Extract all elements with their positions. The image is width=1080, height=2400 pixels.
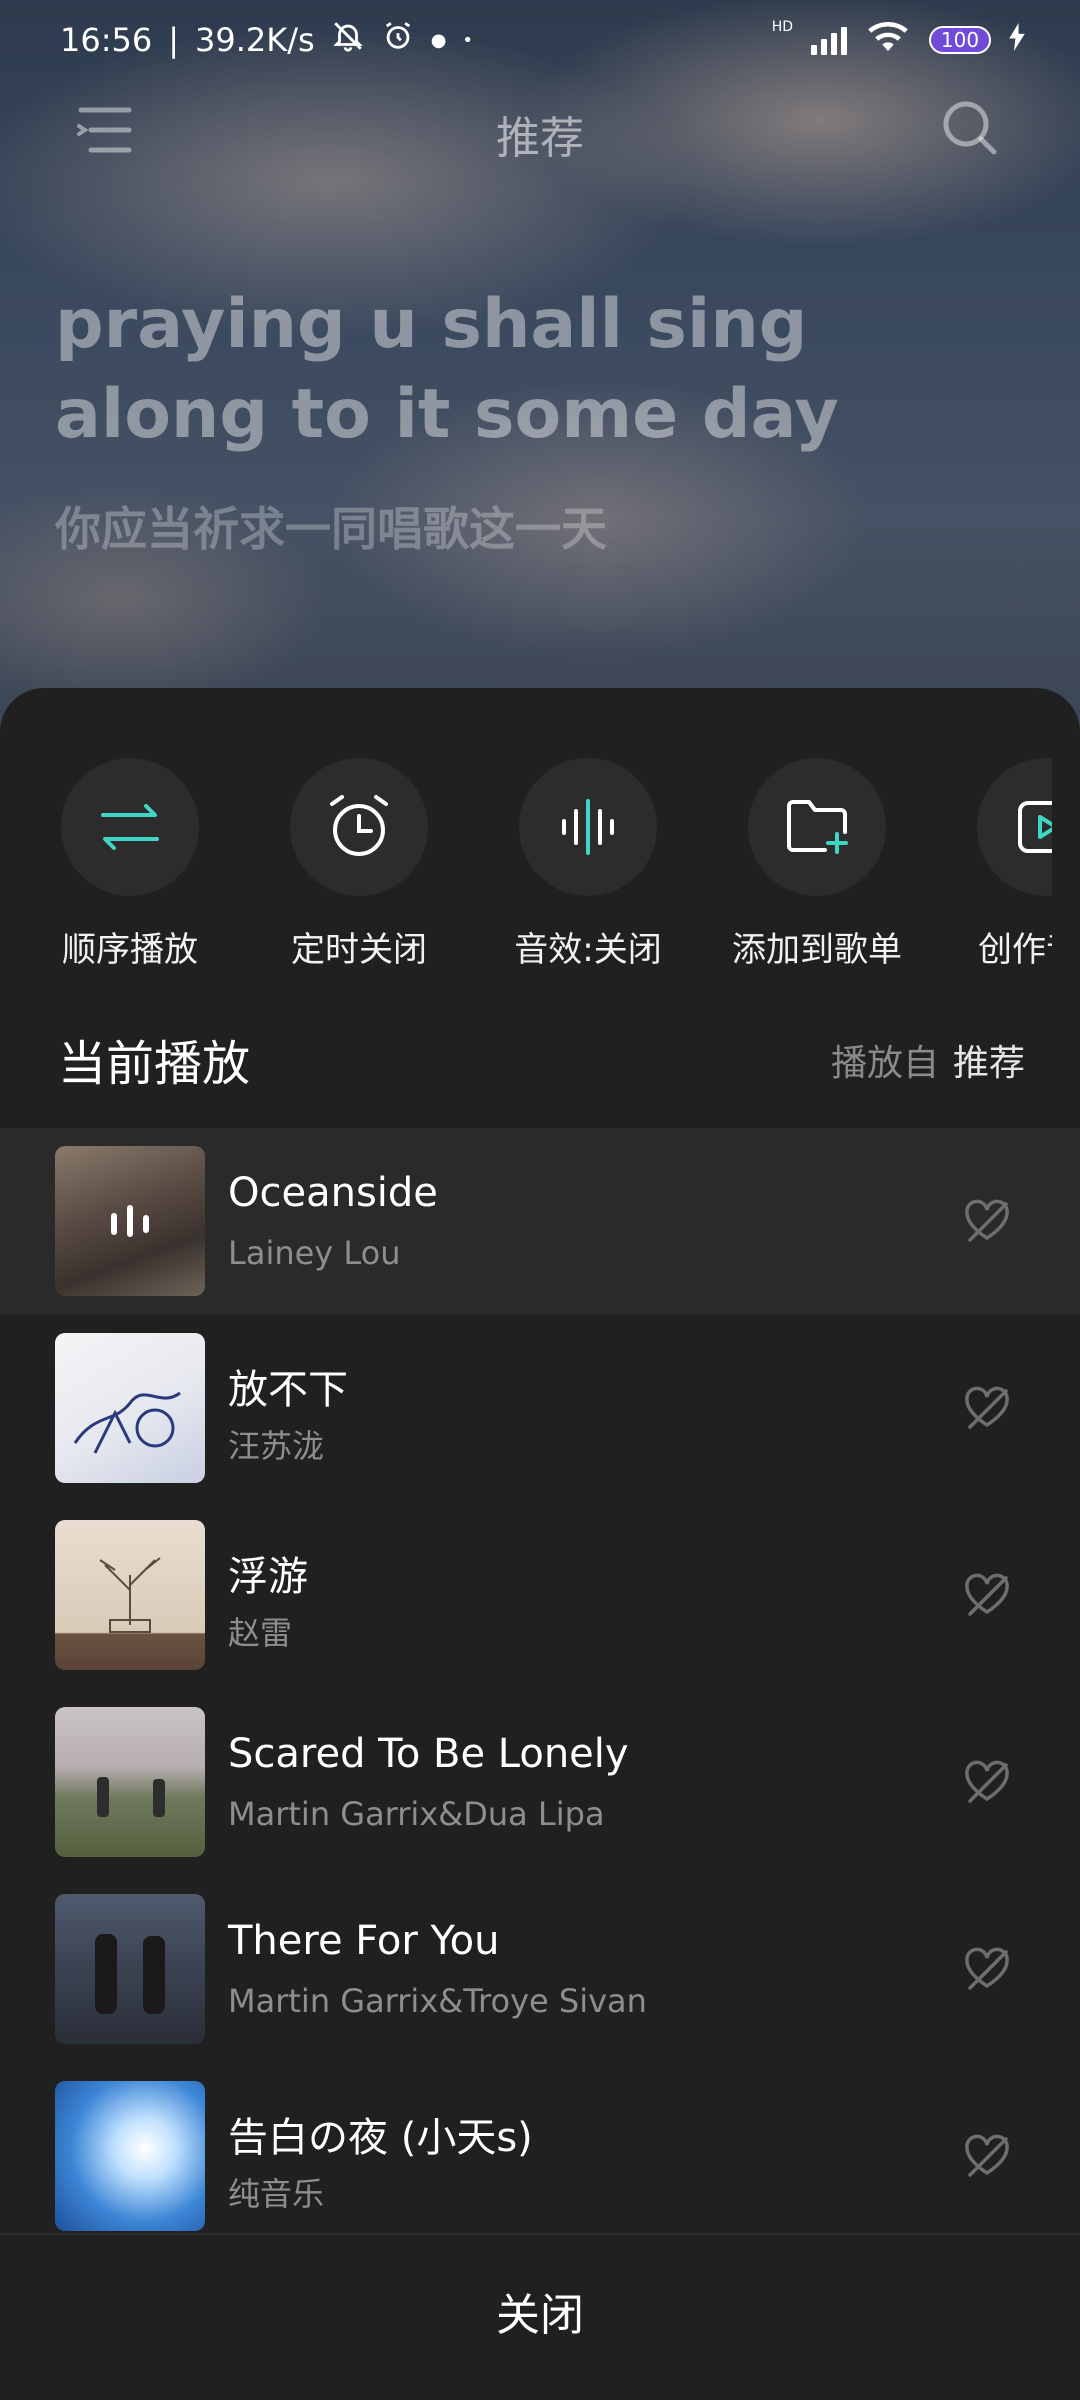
action-label: 定时关闭 (291, 930, 427, 970)
page-title[interactable]: 推荐 (0, 102, 1080, 166)
song-artist: Lainey Lou (228, 1234, 401, 1272)
song-artist: 纯音乐 (228, 2175, 325, 2213)
dislike-heart-icon[interactable] (962, 1383, 1012, 1433)
song-artist: 汪苏泷 (228, 1427, 325, 1465)
source-name: 推荐 (952, 1043, 1025, 1084)
alarm-status-icon (381, 19, 415, 61)
battery-indicator: 100 (929, 26, 991, 54)
song-row[interactable]: Scared To Be Lonely Martin Garrix&Dua Li… (0, 1689, 1080, 1876)
song-list: Oceanside Lainey Lou 放不下 汪苏泷 浮游 赵雷 Scare… (0, 1128, 1080, 2250)
action-label: 创作音乐 (978, 930, 1052, 970)
song-row[interactable]: Oceanside Lainey Lou (0, 1128, 1080, 1315)
song-title: 告白の夜 (小天s) (228, 2115, 533, 2161)
song-title: Oceanside (228, 1170, 438, 1216)
top-bar: 推荐 (0, 90, 1080, 170)
song-artist: 赵雷 (228, 1614, 293, 1652)
action-row: 顺序播放 定时关闭 音效:关闭 添加到歌单 创作 (0, 758, 1052, 978)
song-title: 浮游 (228, 1554, 308, 1600)
signal-icon (811, 25, 847, 55)
section-title: 当前播放 (58, 1036, 251, 1092)
hd-badge: HD (771, 19, 793, 35)
create-music-icon (1018, 801, 1052, 853)
song-row[interactable]: 放不下 汪苏泷 (0, 1315, 1080, 1502)
search-icon[interactable] (940, 98, 1000, 158)
dislike-heart-icon[interactable] (962, 1570, 1012, 1620)
album-cover (55, 1707, 205, 1857)
action-sleep-timer[interactable]: 定时关闭 (259, 758, 459, 971)
album-cover (55, 2081, 205, 2231)
mute-bell-icon (331, 19, 365, 61)
status-separator: | (168, 21, 179, 59)
source-prefix: 播放自 (830, 1043, 939, 1084)
now-playing-header: 当前播放 播放自 推荐 (0, 1018, 1080, 1098)
album-cover (55, 1333, 205, 1483)
song-title: Scared To Be Lonely (228, 1731, 629, 1777)
action-create-music[interactable]: 创作音乐 (946, 758, 1052, 971)
dislike-heart-icon[interactable] (962, 2131, 1012, 2181)
action-label: 音效:关闭 (514, 930, 662, 970)
action-add-to-playlist[interactable]: 添加到歌单 (717, 758, 917, 971)
divider (0, 2233, 1080, 2235)
album-cover (55, 1146, 205, 1296)
song-artist: Martin Garrix&Dua Lipa (228, 1795, 605, 1833)
wifi-icon (865, 19, 911, 61)
song-row[interactable]: 告白の夜 (小天s) 纯音乐 (0, 2063, 1080, 2250)
sequential-play-icon (101, 804, 159, 850)
lyric-line-chinese: 你应当祈求一同唱歌这一天 (55, 502, 607, 556)
action-sound-effect[interactable]: 音效:关闭 (488, 758, 688, 971)
dot-indicator: • (462, 29, 474, 51)
dislike-heart-icon[interactable] (962, 1196, 1012, 1246)
lyric-line-english: praying u shall sing along to it some da… (55, 285, 839, 454)
album-cover (55, 1520, 205, 1670)
action-sequential-play[interactable]: 顺序播放 (30, 758, 230, 971)
status-net-speed: 39.2K/s (195, 21, 315, 59)
song-title: There For You (228, 1918, 500, 1964)
action-label: 添加到歌单 (732, 930, 902, 970)
play-source[interactable]: 播放自 推荐 (831, 1034, 1025, 1086)
now-playing-icon (55, 1146, 205, 1296)
add-to-playlist-icon (787, 800, 848, 854)
song-row[interactable]: 浮游 赵雷 (0, 1502, 1080, 1689)
song-row[interactable]: There For You Martin Garrix&Troye Sivan (0, 1876, 1080, 2063)
alarm-clock-icon (330, 795, 388, 856)
album-cover (55, 1894, 205, 2044)
sound-effect-icon (562, 799, 614, 855)
song-artist: Martin Garrix&Troye Sivan (228, 1982, 647, 2020)
charging-icon (1009, 21, 1025, 59)
dislike-heart-icon[interactable] (962, 1757, 1012, 1807)
action-label: 顺序播放 (62, 930, 198, 970)
app-notification-icon: ● (430, 29, 447, 51)
status-time: 16:56 (60, 21, 153, 59)
playlist-sheet: 顺序播放 定时关闭 音效:关闭 添加到歌单 创作 当前播放 播放自 推荐 Oce… (0, 688, 1080, 2400)
status-bar: 16:56 | 39.2K/s ● • HD 100 (0, 0, 1080, 80)
dislike-heart-icon[interactable] (962, 1944, 1012, 1994)
song-title: 放不下 (228, 1367, 348, 1413)
close-button[interactable]: 关闭 (0, 2236, 1080, 2386)
